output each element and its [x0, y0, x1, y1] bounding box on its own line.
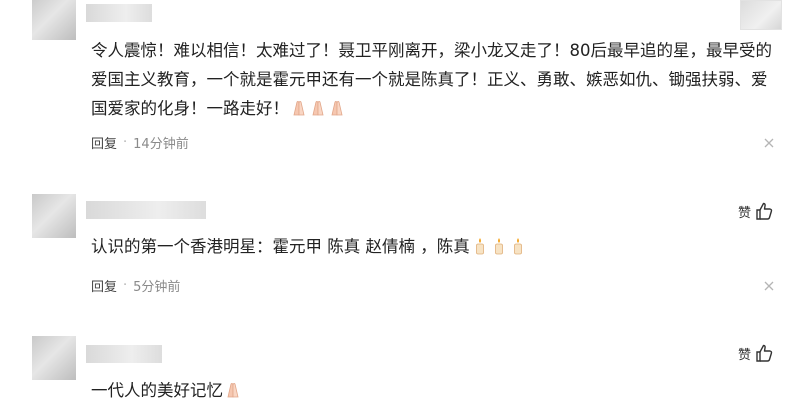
comment-text: 一代人的美好记忆	[91, 376, 781, 405]
meta-separator: ·	[123, 278, 128, 293]
candle-emoji-icon	[513, 238, 522, 255]
username-blurred[interactable]	[86, 4, 152, 22]
like-label: 赞	[738, 347, 752, 363]
comment-meta: 回复 · 14分钟前	[91, 133, 189, 152]
candle-emoji-icon	[494, 238, 503, 255]
comment-text-body: 一代人的美好记忆	[91, 381, 223, 400]
like-label: 赞	[738, 205, 752, 221]
candle-emoji-icon	[475, 238, 484, 255]
comment-text: 令人震惊！难以相信！太难过了！聂卫平刚离开，梁小龙又走了！80后最早追的星，最早…	[91, 36, 781, 123]
meta-separator: ·	[123, 135, 128, 150]
pray-emoji-icon	[331, 101, 343, 116]
avatar[interactable]	[32, 336, 76, 380]
candle-emoji-group	[470, 237, 527, 256]
pray-emoji-icon	[293, 101, 305, 116]
image-thumbnail[interactable]	[740, 0, 782, 30]
pray-emoji-icon	[312, 101, 324, 116]
comment-time: 14分钟前	[133, 137, 189, 152]
thumbs-up-icon	[756, 344, 773, 362]
pray-emoji-icon	[227, 383, 239, 398]
username-blurred[interactable]	[86, 201, 206, 219]
username-blurred[interactable]	[86, 345, 162, 363]
avatar[interactable]	[32, 0, 76, 40]
comment-meta: 回复 · 5分钟前	[91, 276, 180, 295]
close-icon[interactable]	[763, 280, 775, 292]
reply-button[interactable]: 回复	[91, 133, 117, 152]
avatar[interactable]	[32, 194, 76, 238]
reply-button[interactable]: 回复	[91, 276, 117, 295]
like-button[interactable]: 赞	[738, 201, 774, 221]
comment-time: 5分钟前	[133, 280, 181, 295]
thumbs-up-icon	[756, 202, 773, 220]
comment-text-body: 认识的第一个香港明星：霍元甲 陈真 赵倩楠 ，陈真	[91, 237, 470, 256]
pray-emoji-group	[289, 99, 346, 118]
close-icon[interactable]	[763, 137, 775, 149]
like-button[interactable]: 赞	[738, 343, 774, 363]
comment-text: 认识的第一个香港明星：霍元甲 陈真 赵倩楠 ，陈真	[91, 232, 781, 261]
comment-text-body: 令人震惊！难以相信！太难过了！聂卫平刚离开，梁小龙又走了！80后最早追的星，最早…	[91, 41, 772, 118]
